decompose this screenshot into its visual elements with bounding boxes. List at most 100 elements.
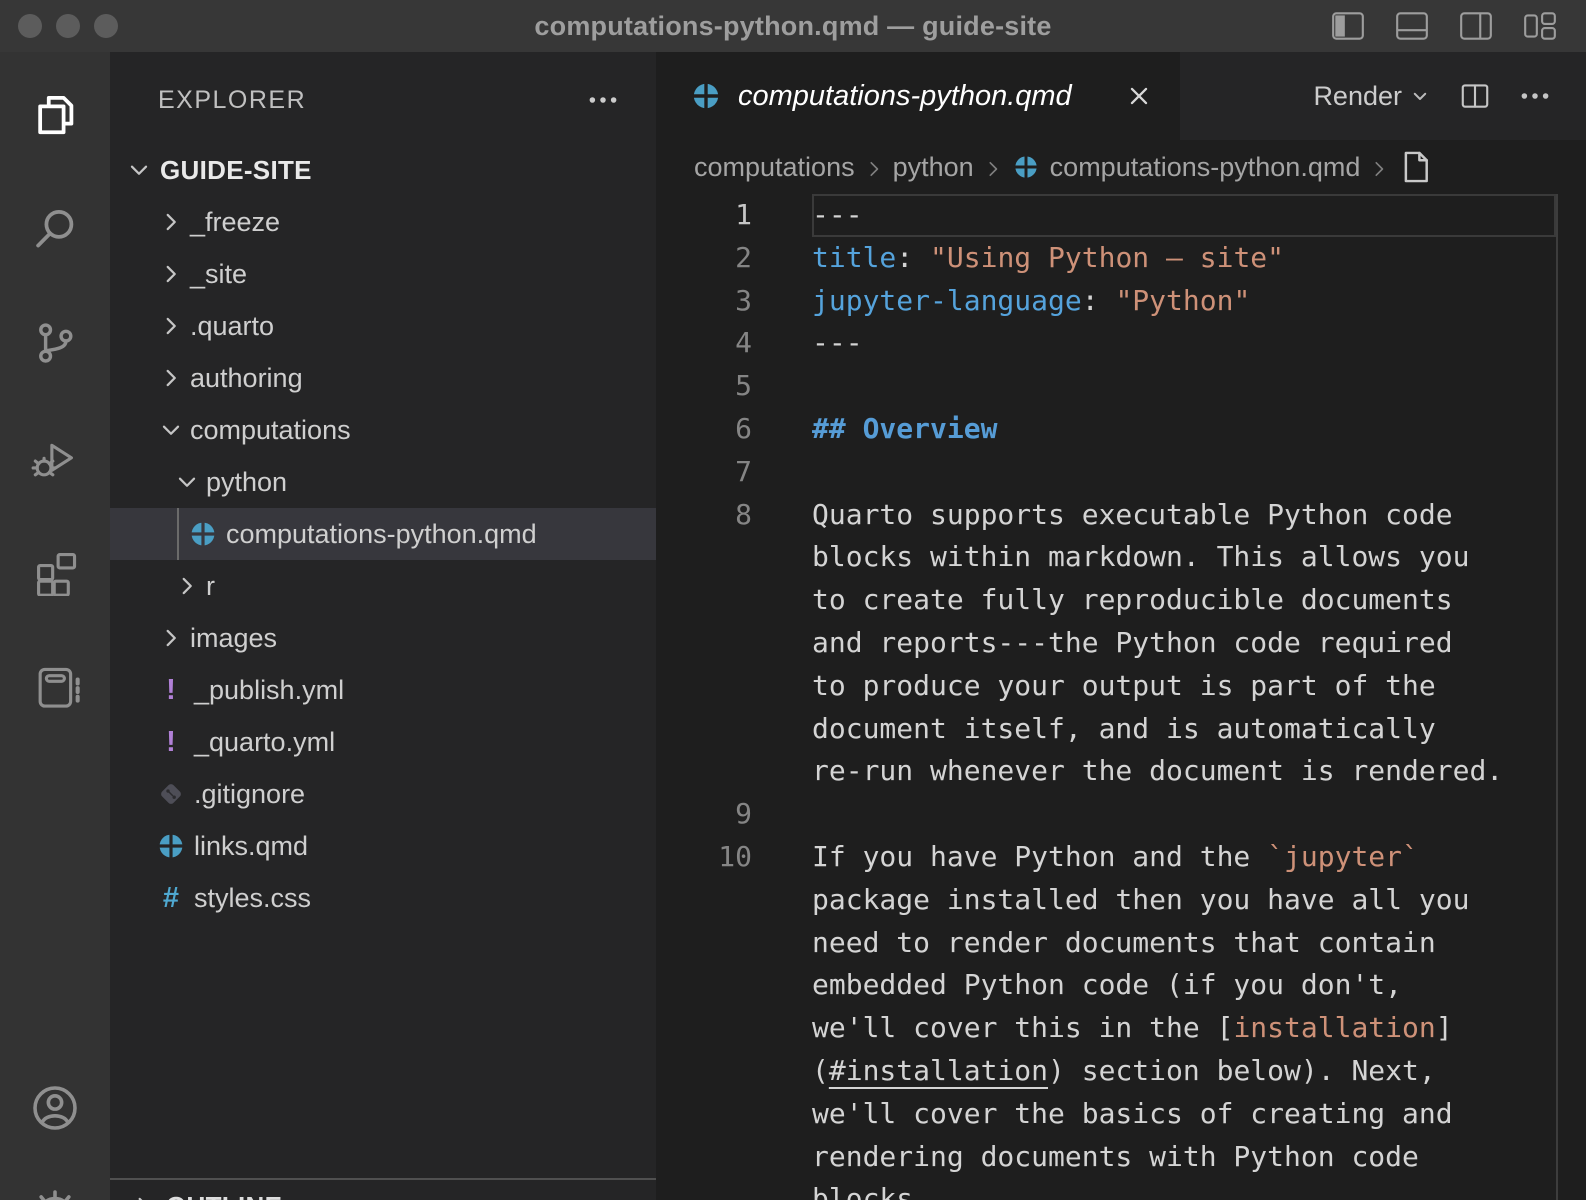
workbench: EXPLORER GUIDE-SITE _freeze _site.quarto a… <box>0 52 1586 1200</box>
run-and-debug-icon <box>30 432 80 482</box>
more-actions-icon[interactable] <box>1518 79 1552 113</box>
account-icon[interactable] <box>29 1082 81 1134</box>
breadcrumbs: computations python computations-python.qm… <box>656 140 1586 194</box>
code-content: 1---2title: "Using Python — site"3jupyte… <box>656 194 1586 1200</box>
layout-sidebar-left-icon[interactable] <box>1330 10 1366 42</box>
line-number: 9 <box>656 793 752 836</box>
tree-item--site[interactable]: _site <box>110 248 656 300</box>
tree-item-label: authoring <box>190 363 303 394</box>
layout-sidebar-right-icon[interactable] <box>1458 10 1494 42</box>
code-line: embedded Python code (if you don't, <box>656 964 1586 1007</box>
yaml-file-icon: ! <box>156 727 186 757</box>
outline-section-header[interactable]: OUTLINE <box>110 1180 656 1200</box>
line-number <box>656 1007 752 1050</box>
code-line: (#installation) section below). Next, <box>656 1050 1586 1093</box>
code-line: we'll cover this in the [installation] <box>656 1007 1586 1050</box>
editor-actions: Render <box>1313 52 1586 140</box>
code-line: 2title: "Using Python — site" <box>656 237 1586 280</box>
tree-item--quarto-yml[interactable]: !_quarto.yml <box>110 716 656 768</box>
line-number: 8 <box>656 494 752 537</box>
breadcrumb-item[interactable]: computations-python.qmd <box>1050 152 1361 183</box>
workspace-section-label: GUIDE-SITE <box>160 155 312 186</box>
code-line: need to render documents that contain <box>656 922 1586 965</box>
title-bar: computations-python.qmd — guide-site <box>0 0 1586 52</box>
line-number <box>656 665 752 708</box>
explorer-icon <box>30 90 80 140</box>
tree-item--gitignore[interactable]: .gitignore <box>110 768 656 820</box>
explorer-more-actions-icon[interactable] <box>586 83 620 117</box>
overview-ruler-scrollbar[interactable] <box>1556 194 1586 1200</box>
tab-label: computations-python.qmd <box>738 80 1072 113</box>
tree-item-computations-python-qmd[interactable]: computations-python.qmd <box>110 508 656 560</box>
tree-item-label: styles.css <box>194 883 311 914</box>
tree-item-r[interactable]: r <box>110 560 656 612</box>
render-button[interactable]: Render <box>1313 81 1432 112</box>
tab-computations-python-qmd[interactable]: computations-python.qmd <box>656 52 1180 140</box>
line-number <box>656 622 752 665</box>
tree-item-label: images <box>190 623 277 654</box>
chevron-right-icon <box>1368 156 1390 178</box>
sidebar-header: EXPLORER <box>110 78 656 122</box>
line-number: 1 <box>656 194 752 237</box>
activity-item-search[interactable] <box>0 172 110 286</box>
tree-item-images[interactable]: images <box>110 612 656 664</box>
code-line: and reports---the Python code required <box>656 622 1586 665</box>
chevron-right-icon <box>128 1191 158 1200</box>
line-number <box>656 750 752 793</box>
render-button-label: Render <box>1313 81 1402 112</box>
line-number: 10 <box>656 836 752 879</box>
tree-item-computations[interactable]: computations <box>110 404 656 456</box>
tree-item-links-qmd[interactable]: links.qmd <box>110 820 656 872</box>
code-line: rendering documents with Python code <box>656 1136 1586 1179</box>
layout-customize-icon[interactable] <box>1522 10 1558 42</box>
git-file-icon <box>156 779 186 809</box>
indent-guide <box>177 508 179 560</box>
chevron-right-icon <box>156 259 186 289</box>
code-line: we'll cover the basics of creating and <box>656 1093 1586 1136</box>
css-file-icon: # <box>156 883 186 913</box>
activity-item-source-control[interactable] <box>0 286 110 400</box>
tree-item--quarto[interactable]: .quarto <box>110 300 656 352</box>
tab-bar: computations-python.qmd Render <box>656 52 1586 140</box>
tree-item-python[interactable]: python <box>110 456 656 508</box>
tree-item--publish-yml[interactable]: !_publish.yml <box>110 664 656 716</box>
document-file-icon <box>1398 149 1434 185</box>
tree-item-label: computations <box>190 415 351 446</box>
line-number <box>656 1093 752 1136</box>
line-number <box>656 922 752 965</box>
tree-item-styles-css[interactable]: # styles.css <box>110 872 656 924</box>
code-line: blocks within markdown. This allows you <box>656 536 1586 579</box>
activity-item-run-and-debug[interactable] <box>0 400 110 514</box>
code-line: 4--- <box>656 322 1586 365</box>
chevron-right-icon <box>982 156 1004 178</box>
file-tree: _freeze _site.quarto authoring computations… <box>110 196 656 924</box>
code-line: package installed then you have all you <box>656 879 1586 922</box>
close-tab-icon[interactable] <box>1124 81 1154 111</box>
breadcrumb-item[interactable]: python <box>893 152 974 183</box>
line-number <box>656 1178 752 1200</box>
chevron-right-icon <box>156 623 186 653</box>
code-line: 7 <box>656 451 1586 494</box>
tree-item-authoring[interactable]: authoring <box>110 352 656 404</box>
manage-gear-icon[interactable] <box>29 1188 81 1200</box>
code-line: 5 <box>656 365 1586 408</box>
tree-item--freeze[interactable]: _freeze <box>110 196 656 248</box>
breadcrumb-item[interactable]: computations <box>694 152 855 183</box>
editor-code-area[interactable]: 1---2title: "Using Python — site"3jupyte… <box>656 194 1586 1200</box>
activity-item-explorer[interactable] <box>0 58 110 172</box>
code-line: blocks. <box>656 1178 1586 1200</box>
activity-item-extensions[interactable] <box>0 514 110 628</box>
split-editor-icon[interactable] <box>1458 79 1492 113</box>
line-number <box>656 964 752 1007</box>
tree-item-label: links.qmd <box>194 831 308 862</box>
code-line: 8Quarto supports executable Python code <box>656 494 1586 537</box>
chevron-right-icon <box>156 363 186 393</box>
tree-item-label: _freeze <box>190 207 280 238</box>
tree-item-label: _publish.yml <box>194 675 344 706</box>
code-line: 6## Overview <box>656 408 1586 451</box>
line-number <box>656 579 752 622</box>
line-number <box>656 879 752 922</box>
workspace-section-header[interactable]: GUIDE-SITE <box>110 144 656 196</box>
layout-panel-bottom-icon[interactable] <box>1394 10 1430 42</box>
activity-item-notebook-journal[interactable] <box>0 628 110 742</box>
